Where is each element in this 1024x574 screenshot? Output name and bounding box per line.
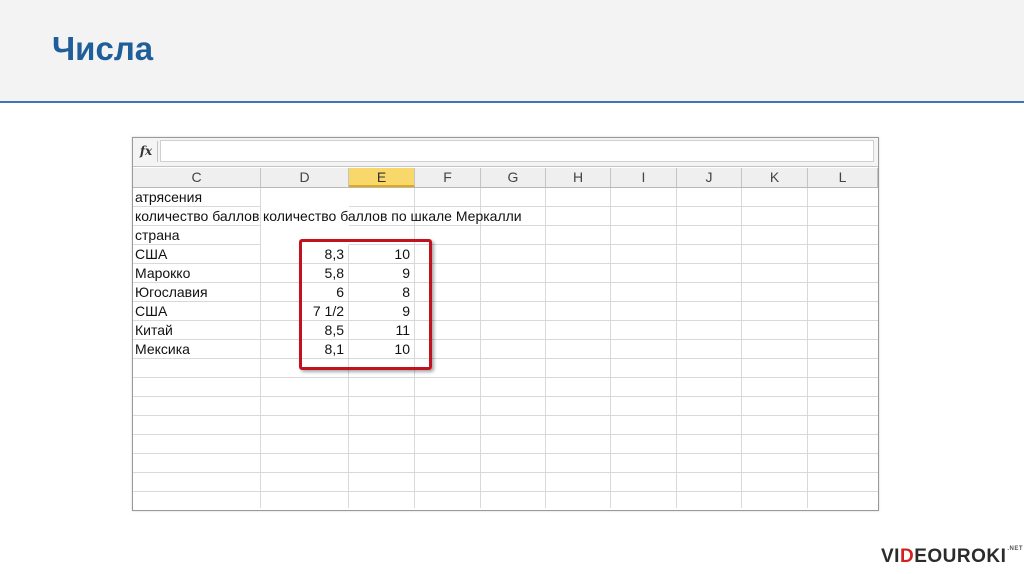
column-header-l[interactable]: L <box>808 168 878 187</box>
grid-line-vertical <box>545 188 546 508</box>
cell-c7[interactable]: США <box>133 302 261 321</box>
column-header-d[interactable]: D <box>261 168 349 187</box>
logo-suffix: EOUROKI <box>914 546 1007 567</box>
column-header-k[interactable]: K <box>742 168 808 187</box>
cell-c8[interactable]: Китай <box>133 321 261 340</box>
grid-line-horizontal <box>133 377 878 378</box>
column-header-i[interactable]: I <box>611 168 677 187</box>
grid-line-vertical <box>610 188 611 508</box>
cell-c6[interactable]: Югославия <box>133 283 261 302</box>
logo-prefix: VI <box>881 546 900 567</box>
grid-line-horizontal <box>133 453 878 454</box>
grid-line-horizontal <box>133 491 878 492</box>
cell-e1[interactable] <box>349 188 415 207</box>
grid-line-vertical <box>480 188 481 508</box>
grid-line-horizontal <box>133 472 878 473</box>
grid-line-horizontal <box>133 510 878 511</box>
logo-tld: .NET <box>1007 546 1024 552</box>
cell-c4[interactable]: США <box>133 245 261 264</box>
cell-grid[interactable]: атрясения количество баллов г количество б… <box>133 188 878 508</box>
grid-line-horizontal <box>133 415 878 416</box>
logo-accent: D <box>899 546 915 567</box>
cell-d2[interactable]: количество баллов по шкале Меркалли <box>261 207 522 226</box>
highlight-box <box>299 239 432 370</box>
cell-c5[interactable]: Марокко <box>133 264 261 283</box>
column-header-f[interactable]: F <box>415 168 481 187</box>
column-header-j[interactable]: J <box>677 168 742 187</box>
cell-e2[interactable] <box>349 207 415 226</box>
grid-line-vertical <box>741 188 742 508</box>
cell-c1[interactable]: атрясения <box>133 188 261 207</box>
slide-title: Числа <box>52 30 154 67</box>
column-header-c[interactable]: C <box>133 168 261 187</box>
column-header-row: CDEFGHIJKL <box>133 168 878 188</box>
grid-line-horizontal <box>133 434 878 435</box>
cell-d1[interactable] <box>261 188 349 207</box>
header-divider <box>0 101 1024 103</box>
slide-header <box>0 0 1024 101</box>
grid-line-horizontal <box>133 396 878 397</box>
grid-line-vertical <box>676 188 677 508</box>
cell-c2[interactable]: количество баллов г <box>133 207 268 226</box>
column-header-h[interactable]: H <box>546 168 611 187</box>
formula-bar: fx <box>133 138 878 167</box>
formula-input[interactable] <box>160 140 874 162</box>
column-header-g[interactable]: G <box>481 168 546 187</box>
function-icon[interactable]: fx <box>135 141 158 162</box>
cell-c3[interactable]: страна <box>133 226 261 245</box>
cell-c9[interactable]: Мексика <box>133 340 261 359</box>
videouroki-logo: VIDEOUROKI.NET <box>881 546 1023 570</box>
column-header-e[interactable]: E <box>349 168 415 187</box>
grid-line-vertical <box>807 188 808 508</box>
spreadsheet-window: fx CDEFGHIJKL атрясения количество баллов… <box>132 137 879 511</box>
